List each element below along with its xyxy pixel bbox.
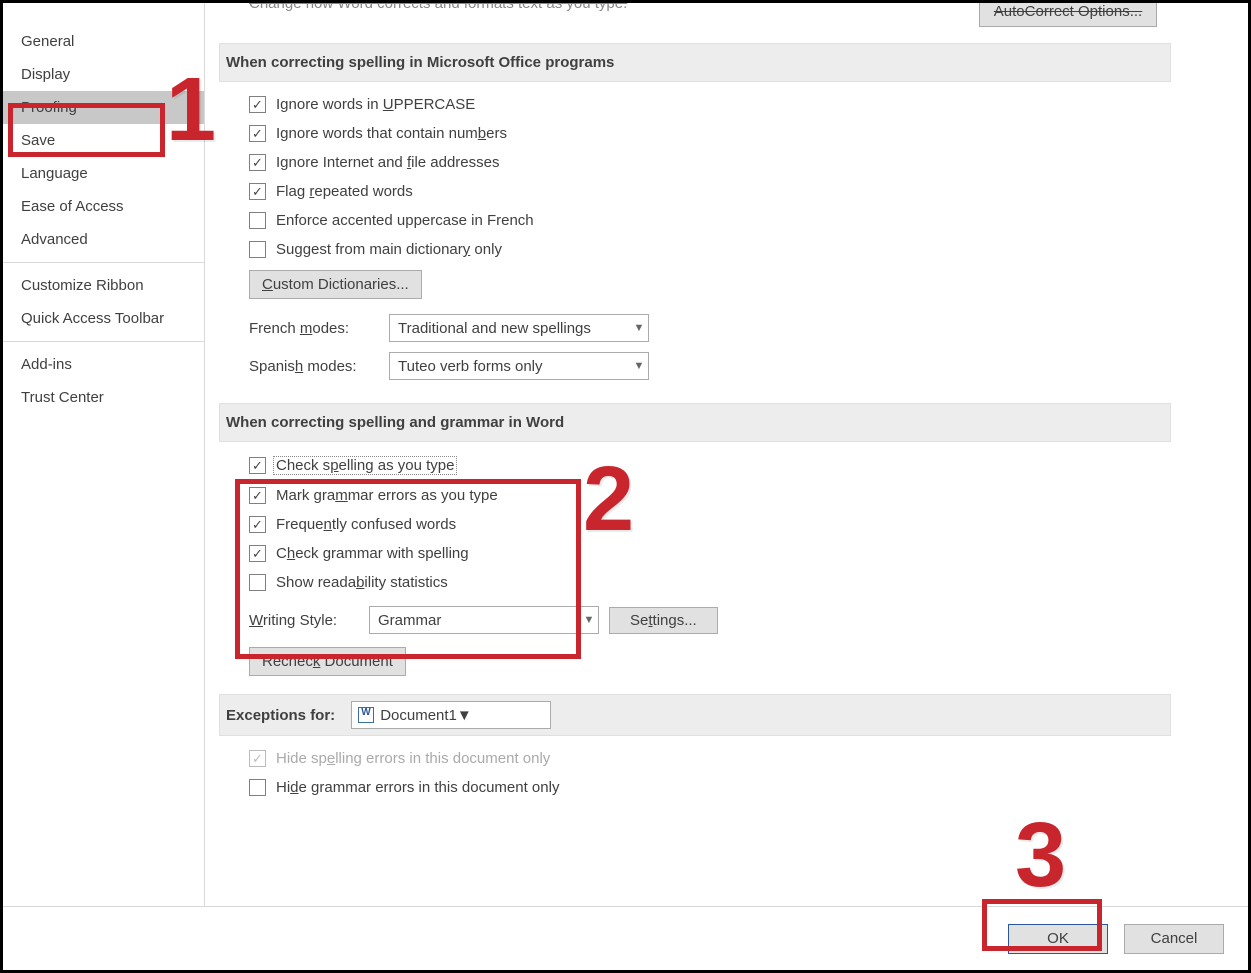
option-hide-grammar-errors[interactable]: Hide grammar errors in this document onl… — [249, 773, 1171, 802]
checkbox-icon[interactable] — [249, 516, 266, 533]
sidebar-label: Language — [21, 165, 88, 182]
sidebar-label: Customize Ribbon — [21, 277, 144, 294]
french-modes-row: French modes: Traditional and new spelli… — [219, 309, 1171, 347]
spanish-modes-combo[interactable]: Tuteo verb forms only ▼ — [389, 352, 649, 380]
sidebar-label: Quick Access Toolbar — [21, 310, 164, 327]
chevron-down-icon: ▼ — [630, 360, 648, 372]
sidebar-label: Trust Center — [21, 389, 104, 406]
writing-style-combo[interactable]: Grammar ▼ — [369, 606, 599, 634]
option-check-spelling-as-type[interactable]: Check spelling as you type — [249, 450, 1171, 481]
autocorrect-caption: Change how Word corrects and formats tex… — [249, 3, 627, 12]
sidebar-label: Ease of Access — [21, 198, 124, 215]
checkbox-icon[interactable] — [249, 154, 266, 171]
sidebar-label: Advanced — [21, 231, 88, 248]
option-readability-stats[interactable]: Show readability statistics — [249, 568, 1171, 597]
sidebar-item-customize-ribbon[interactable]: Customize Ribbon — [3, 269, 204, 302]
sidebar-label: Display — [21, 66, 70, 83]
writing-style-label: Writing Style: — [249, 612, 359, 629]
section-spelling-word: When correcting spelling and grammar in … — [219, 403, 1171, 442]
sidebar-item-add-ins[interactable]: Add-ins — [3, 348, 204, 381]
french-modes-label: French modes: — [249, 320, 379, 337]
option-ignore-uppercase[interactable]: Ignore words in UPPERCASE — [249, 90, 1171, 119]
cancel-button[interactable]: Cancel — [1124, 924, 1224, 954]
writing-style-row: Writing Style: Grammar ▼ Settings... — [219, 601, 1171, 639]
checkbox-icon[interactable] — [249, 183, 266, 200]
dialog-footer: OK Cancel — [3, 906, 1248, 970]
option-frequently-confused[interactable]: Frequently confused words — [249, 510, 1171, 539]
section-exceptions: Exceptions for: Document1 ▼ — [219, 694, 1171, 736]
sidebar-item-save[interactable]: Save — [3, 124, 204, 157]
exceptions-label: Exceptions for: — [226, 707, 335, 724]
spanish-modes-label: Spanish modes: — [249, 358, 379, 375]
chevron-down-icon: ▼ — [457, 707, 472, 724]
checkbox-icon[interactable] — [249, 125, 266, 142]
option-main-dictionary[interactable]: Suggest from main dictionary only — [249, 235, 1171, 264]
word-document-icon — [358, 707, 374, 723]
sidebar-item-advanced[interactable]: Advanced — [3, 223, 204, 256]
checkbox-icon[interactable] — [249, 574, 266, 591]
option-hide-spelling-errors: Hide spelling errors in this document on… — [249, 744, 1171, 773]
option-accented-french[interactable]: Enforce accented uppercase in French — [249, 206, 1171, 235]
sidebar-separator — [3, 341, 204, 342]
option-mark-grammar[interactable]: Mark grammar errors as you type — [249, 481, 1171, 510]
custom-dictionaries-button[interactable]: Custom Dictionaries... — [249, 270, 422, 299]
checkbox-icon[interactable] — [249, 212, 266, 229]
sidebar-item-trust-center[interactable]: Trust Center — [3, 381, 204, 414]
options-sidebar: General Display Proofing Save Language E… — [3, 3, 205, 906]
ok-button[interactable]: OK — [1008, 924, 1108, 954]
recheck-document-button[interactable]: Recheck Document — [249, 647, 406, 676]
writing-style-settings-button[interactable]: Settings... — [609, 607, 718, 634]
sidebar-item-proofing[interactable]: Proofing — [3, 91, 204, 124]
checkbox-icon[interactable] — [249, 487, 266, 504]
section-spelling-office: When correcting spelling in Microsoft Of… — [219, 43, 1171, 82]
sidebar-label: Proofing — [21, 99, 77, 116]
sidebar-label: Save — [21, 132, 55, 149]
option-ignore-numbers[interactable]: Ignore words that contain numbers — [249, 119, 1171, 148]
option-flag-repeated[interactable]: Flag repeated words — [249, 177, 1171, 206]
checkbox-icon[interactable] — [249, 779, 266, 796]
sidebar-item-display[interactable]: Display — [3, 58, 204, 91]
sidebar-label: General — [21, 33, 74, 50]
checkbox-icon[interactable] — [249, 457, 266, 474]
sidebar-label: Add-ins — [21, 356, 72, 373]
french-modes-combo[interactable]: Traditional and new spellings ▼ — [389, 314, 649, 342]
exceptions-document-combo[interactable]: Document1 ▼ — [351, 701, 551, 729]
autocorrect-options-button[interactable]: AutoCorrect Options... — [979, 3, 1157, 27]
autocorrect-row-partial: Change how Word corrects and formats tex… — [219, 3, 1171, 37]
checkbox-icon — [249, 750, 266, 767]
sidebar-item-quick-access-toolbar[interactable]: Quick Access Toolbar — [3, 302, 204, 335]
chevron-down-icon: ▼ — [580, 614, 598, 626]
option-check-grammar-with-spelling[interactable]: Check grammar with spelling — [249, 539, 1171, 568]
checkbox-icon[interactable] — [249, 96, 266, 113]
chevron-down-icon: ▼ — [630, 322, 648, 334]
sidebar-item-ease-of-access[interactable]: Ease of Access — [3, 190, 204, 223]
option-ignore-internet[interactable]: Ignore Internet and file addresses — [249, 148, 1171, 177]
checkbox-icon[interactable] — [249, 241, 266, 258]
checkbox-icon[interactable] — [249, 545, 266, 562]
sidebar-item-language[interactable]: Language — [3, 157, 204, 190]
sidebar-separator — [3, 262, 204, 263]
options-content[interactable]: Change how Word corrects and formats tex… — [205, 3, 1248, 906]
spanish-modes-row: Spanish modes: Tuteo verb forms only ▼ — [219, 347, 1171, 385]
sidebar-item-general[interactable]: General — [3, 25, 204, 58]
